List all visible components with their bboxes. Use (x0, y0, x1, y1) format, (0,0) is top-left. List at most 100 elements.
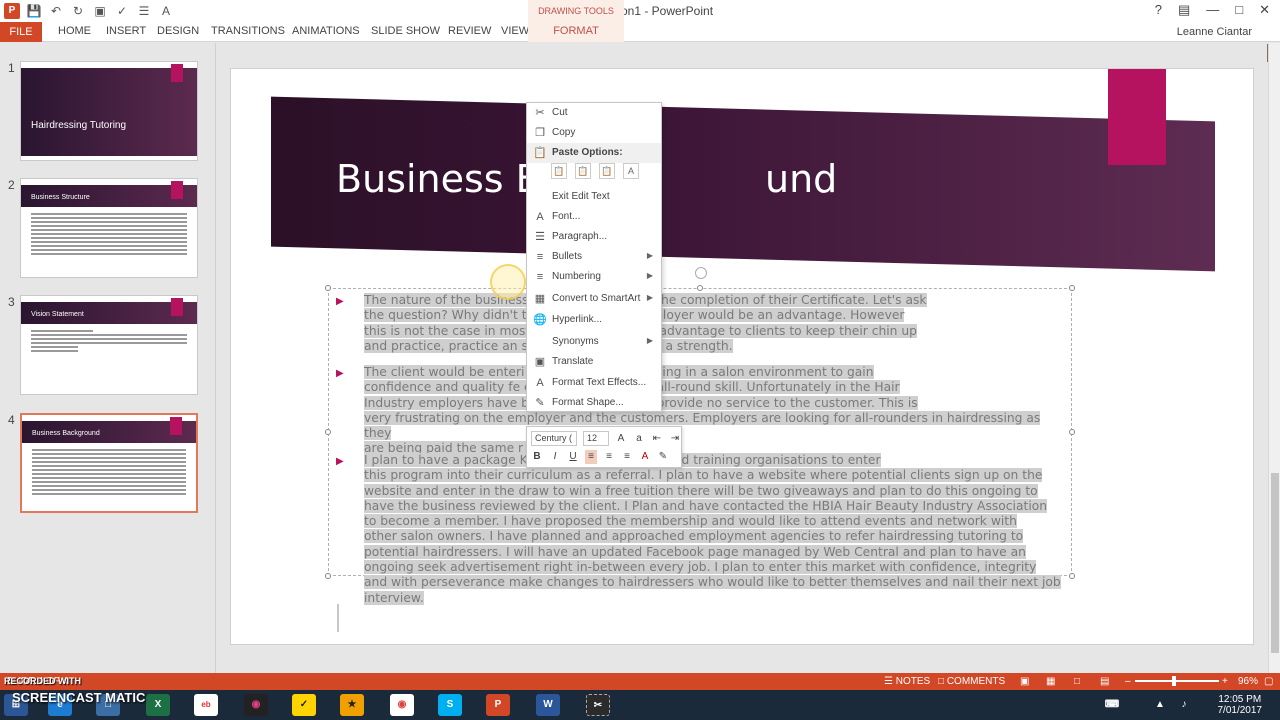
tab-home[interactable]: HOME (58, 25, 91, 37)
zoom-in-icon[interactable]: + (1222, 676, 1228, 687)
resize-handle[interactable] (325, 285, 331, 291)
body-paragraph-1[interactable]: The nature of the business to Hairdresse… (364, 293, 1064, 354)
excel-icon[interactable]: X (146, 694, 170, 716)
fit-slide-icon[interactable]: ▢ (1264, 676, 1273, 687)
text-line[interactable]: this program into their curriculum as a … (364, 468, 1064, 483)
text-line[interactable]: the question? Why didn't t edback from t… (364, 308, 1064, 323)
text-line[interactable]: potential hairdressers. I will have an u… (364, 544, 1064, 560)
notes-button[interactable]: ☰ NOTES (884, 676, 930, 687)
volume-icon[interactable]: ♪ (1172, 694, 1196, 716)
comments-button[interactable]: □ COMMENTS (938, 676, 1005, 687)
minimize-icon[interactable]: — (1206, 2, 1219, 18)
close-icon[interactable]: ✕ (1259, 2, 1270, 18)
maximize-icon[interactable]: □ (1235, 2, 1243, 18)
zoom-slider-thumb[interactable] (1172, 676, 1176, 686)
menu-item-numbering[interactable]: ≡ Numbering ▶ (527, 267, 661, 287)
paste-picture-icon[interactable]: 📋 (599, 163, 615, 179)
resize-handle[interactable] (697, 285, 703, 291)
slide-thumbnail-4[interactable]: Business Background (20, 413, 198, 513)
resize-handle[interactable] (1069, 429, 1075, 435)
text-line[interactable]: The client would be enteri evelopment an… (364, 365, 1064, 380)
chrome-icon[interactable]: ◉ (390, 694, 414, 716)
paste-use-destination-icon[interactable]: 📋 (551, 163, 567, 179)
accent-shape[interactable] (1108, 69, 1166, 165)
slide-editing-canvas[interactable]: Business Ba und ▶ The nature of the busin… (217, 43, 1267, 673)
network-icon[interactable]: ▲ (1148, 694, 1172, 716)
normal-view-icon[interactable]: ▣ (1020, 676, 1029, 687)
text-line[interactable]: to become a member. I have proposed the … (364, 514, 1064, 529)
tab-design[interactable]: DESIGN (157, 25, 199, 37)
shrink-font-icon[interactable]: a (633, 432, 645, 446)
menu-item-synonyms[interactable]: Synonyms ▶ (527, 332, 661, 352)
underline-icon[interactable]: U (567, 450, 579, 464)
resize-handle[interactable] (325, 429, 331, 435)
tab-animations[interactable]: ANIMATIONS (292, 25, 360, 37)
media-player-icon[interactable]: ◉ (244, 694, 268, 716)
zoom-out-icon[interactable]: – (1125, 676, 1131, 687)
align-right-icon[interactable]: ≡ (621, 450, 633, 464)
menu-item-cut[interactable]: ✂ Cut (527, 103, 661, 123)
menu-item-exit-edit-text[interactable]: Exit Edit Text (527, 187, 661, 207)
text-line[interactable]: ongoing seek advertisement right in-betw… (364, 560, 1064, 575)
slide-thumbnail-1[interactable]: Hairdressing Tutoring (20, 61, 198, 161)
text-line[interactable]: other salon owners. I have planned and a… (364, 529, 1064, 544)
tab-file[interactable]: FILE (0, 22, 42, 42)
text-line[interactable]: The nature of the business to Hairdresse… (364, 293, 1064, 308)
menu-item-paragraph[interactable]: ☰ Paragraph... (527, 227, 661, 247)
tab-slide-show[interactable]: SLIDE SHOW (371, 25, 440, 37)
slideshow-view-icon[interactable]: ▤ (1100, 676, 1109, 687)
tab-review[interactable]: REVIEW (448, 25, 491, 37)
tab-transitions[interactable]: TRANSITIONS (211, 25, 285, 37)
ebay-icon[interactable]: eb (194, 694, 218, 716)
format-painter-icon[interactable]: ✎ (657, 450, 669, 464)
taskbar-clock[interactable]: 12:05 PM 7/01/2017 (1218, 694, 1263, 716)
resize-handle[interactable] (325, 573, 331, 579)
menu-item-font[interactable]: A Font... (527, 207, 661, 227)
ribbon-display-icon[interactable]: ▤ (1178, 2, 1190, 18)
powerpoint-icon[interactable]: P (486, 694, 510, 716)
text-line[interactable]: and practice, practice an s and develop … (364, 338, 1064, 354)
app-icon[interactable]: ★ (340, 694, 364, 716)
zoom-slider[interactable] (1135, 680, 1219, 682)
tab-insert[interactable]: INSERT (106, 25, 146, 37)
slide[interactable]: Business Ba und ▶ The nature of the busin… (230, 68, 1254, 645)
vertical-scrollbar[interactable] (1268, 43, 1280, 673)
word-icon[interactable]: W (536, 694, 560, 716)
font-size-select[interactable]: 12 (583, 431, 609, 446)
tab-view[interactable]: VIEW (501, 25, 529, 37)
help-icon[interactable]: ? (1155, 2, 1162, 18)
slide-thumbnail-2[interactable]: Business Structure (20, 178, 198, 278)
keyboard-icon[interactable]: ⌨ (1100, 694, 1124, 716)
menu-item-convert-smartart[interactable]: ▦ Convert to SmartArt ▶ (527, 289, 661, 309)
text-line[interactable]: website and enter in the draw to win a f… (364, 483, 1064, 499)
text-line[interactable]: very frustrating on the employer and the… (364, 410, 1064, 442)
user-name[interactable]: Leanne Ciantar (1177, 26, 1252, 38)
align-left-icon[interactable]: ≡ (585, 450, 597, 464)
decrease-indent-icon[interactable]: ⇤ (651, 432, 663, 446)
font-name-select[interactable]: Century ( (531, 431, 577, 446)
snipping-tool-icon[interactable]: ✂ (586, 694, 610, 716)
slide-thumbnail-3[interactable]: Vision Statement (20, 295, 198, 395)
menu-item-bullets[interactable]: ≡ Bullets ▶ (527, 247, 661, 267)
resize-handle[interactable] (1069, 573, 1075, 579)
menu-item-format-shape[interactable]: ✎ Format Shape... (527, 393, 661, 413)
resize-handle[interactable] (1069, 285, 1075, 291)
text-line[interactable]: Industry employers have b ch weaknesses … (364, 395, 1064, 411)
bold-icon[interactable]: B (531, 450, 543, 464)
reading-view-icon[interactable]: □ (1074, 676, 1080, 687)
text-line[interactable]: have the business reviewed by the client… (364, 498, 1064, 514)
grow-font-icon[interactable]: A (615, 432, 627, 446)
menu-item-translate[interactable]: ▣ Translate (527, 352, 661, 372)
align-center-icon[interactable]: ≡ (603, 450, 615, 464)
rotate-handle[interactable] (695, 267, 707, 279)
text-line[interactable]: confidence and quality fe eir next emplo… (364, 380, 1064, 395)
skype-icon[interactable]: S (438, 694, 462, 716)
text-line[interactable]: I plan to have a package KETING to targe… (364, 453, 1064, 468)
tab-format[interactable]: FORMAT (528, 22, 624, 42)
body-paragraph-2[interactable]: The client would be enteri evelopment an… (364, 365, 1064, 457)
text-line[interactable]: this is not the case in most ral this wo… (364, 323, 1064, 339)
zoom-level[interactable]: 96% (1238, 676, 1258, 687)
menu-item-copy[interactable]: ❐ Copy (527, 123, 661, 143)
menu-item-hyperlink[interactable]: 🌐 Hyperlink... (527, 310, 661, 330)
increase-indent-icon[interactable]: ⇥ (669, 432, 681, 446)
